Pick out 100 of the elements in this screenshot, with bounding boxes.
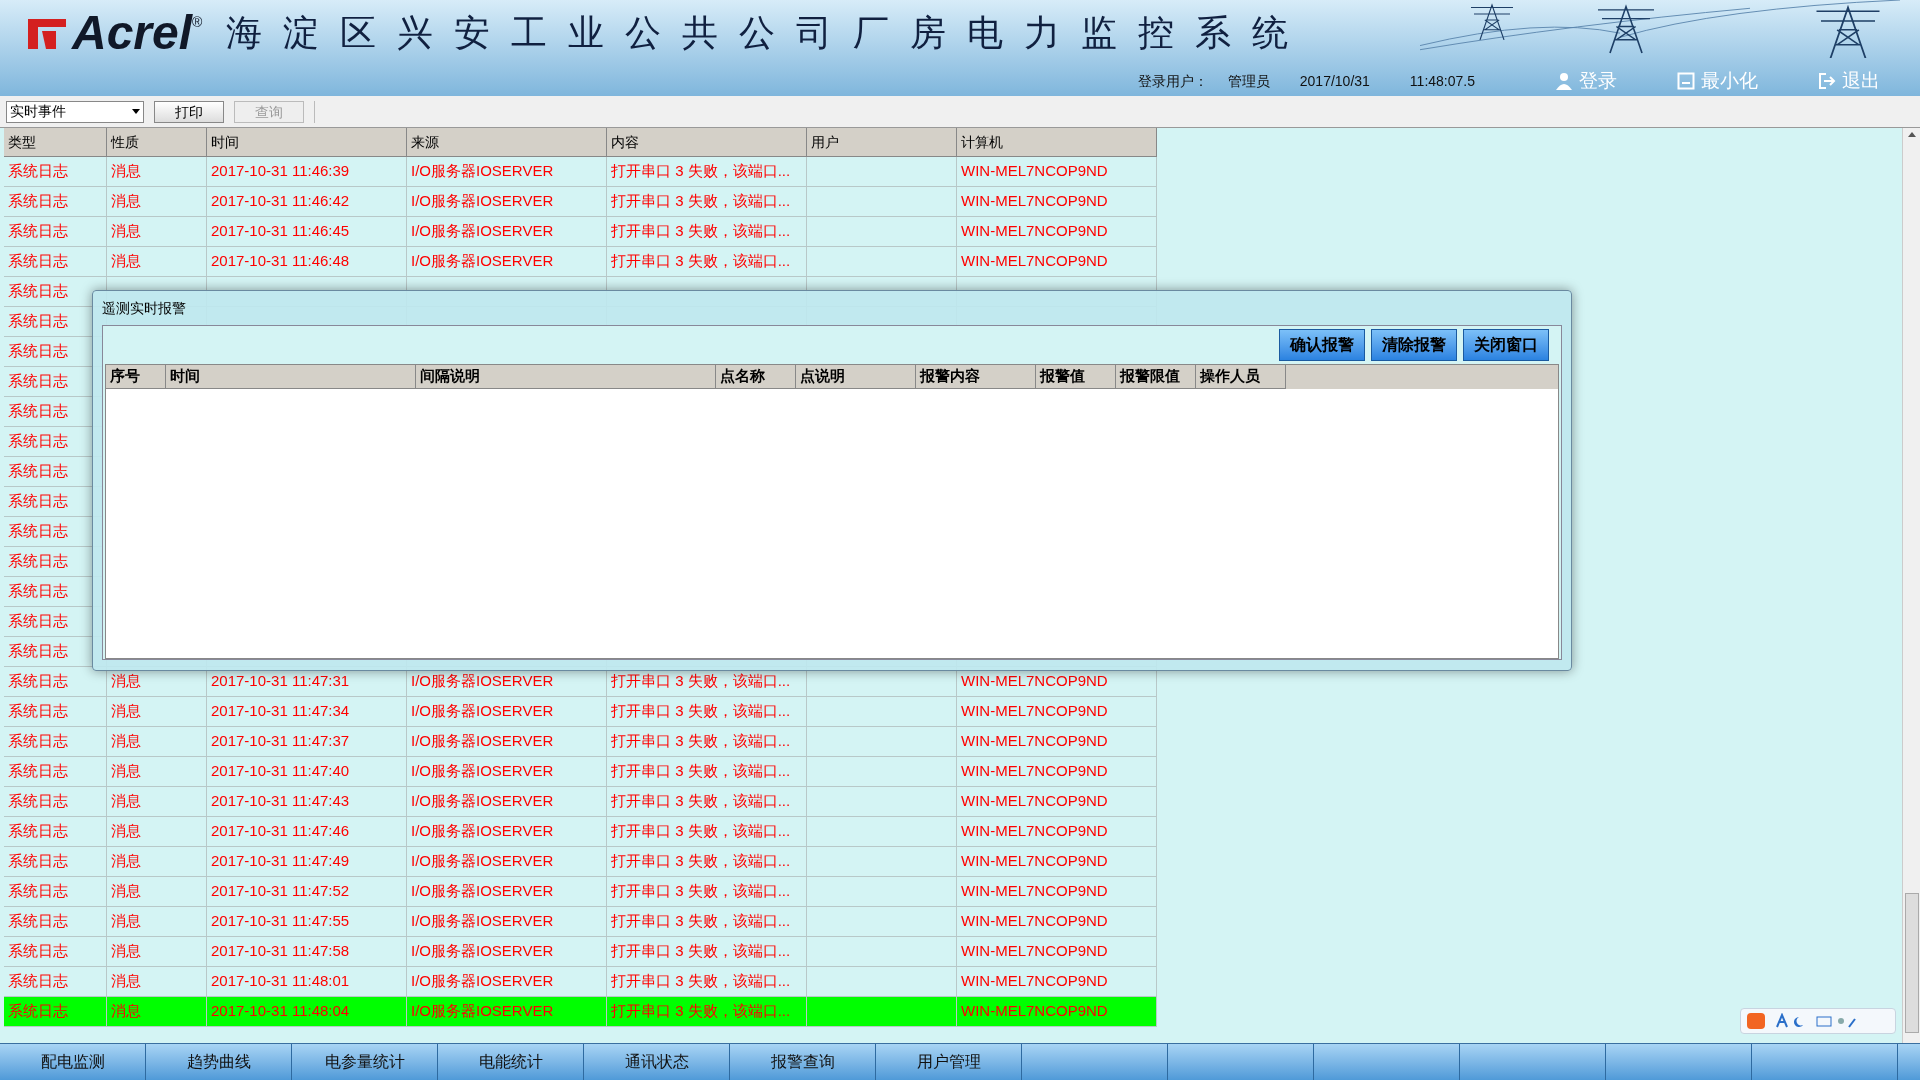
table-cell-text: 2017-10-31 11:47:34	[211, 701, 350, 722]
column-header[interactable]: 操作人员	[1196, 365, 1286, 389]
table-cell-text: 打开串口 3 失败，该端口...	[611, 821, 791, 842]
nav-tab[interactable]: 报警查询	[730, 1044, 876, 1080]
column-header[interactable]: 来源	[407, 128, 607, 157]
column-header[interactable]: 性质	[107, 128, 207, 157]
nav-tab[interactable]: 配电监测	[0, 1044, 146, 1080]
table-cell-text: 2017-10-31 11:47:31	[211, 671, 350, 692]
ime-toolbar[interactable]	[1740, 1008, 1896, 1034]
table-cell-text: 消息	[111, 941, 141, 962]
column-header[interactable]: 间隔说明	[416, 365, 716, 389]
table-cell-text: 2017-10-31 11:48:04	[211, 1001, 350, 1022]
table-cell-text: 打开串口 3 失败，该端口...	[611, 761, 791, 782]
table-cell-text: 消息	[111, 161, 141, 182]
logo-text: Acrel	[72, 9, 193, 57]
dropdown-caret-icon	[132, 109, 140, 114]
table-cell-text: 系统日志	[8, 191, 68, 212]
column-header[interactable]: 用户	[807, 128, 957, 157]
table-cell-text: I/O服务器IOSERVER	[411, 191, 554, 212]
table-cell-text: 2017-10-31 11:46:39	[211, 161, 350, 182]
table-cell-text: 系统日志	[8, 371, 68, 392]
table-cell-text: 系统日志	[8, 341, 68, 362]
table-cell-text: WIN-MEL7NCOP9ND	[961, 881, 1108, 902]
column-header[interactable]: 报警限值	[1116, 365, 1196, 389]
table-cell-text: 消息	[111, 251, 141, 272]
table-cell-text: 消息	[111, 221, 141, 242]
table-cell-text: 打开串口 3 失败，该端口...	[611, 1001, 791, 1022]
column-header[interactable]: 内容	[607, 128, 807, 157]
table-cell-text: WIN-MEL7NCOP9ND	[961, 701, 1108, 722]
table-cell-text: 系统日志	[8, 221, 68, 242]
column-header[interactable]: 类型	[4, 128, 107, 157]
table-cell-text: 打开串口 3 失败，该端口...	[611, 851, 791, 872]
dialog-button[interactable]: 确认报警	[1279, 329, 1365, 361]
table-cell-text: 打开串口 3 失败，该端口...	[611, 911, 791, 932]
user-label: 登录用户：	[1137, 71, 1208, 91]
table-cell-text: 系统日志	[8, 521, 68, 542]
nav-tab[interactable]: 电能统计	[438, 1044, 584, 1080]
table-cell-text: 消息	[111, 971, 141, 992]
table-cell-text: I/O服务器IOSERVER	[411, 1001, 554, 1022]
scrollbar[interactable]	[1902, 128, 1920, 1043]
table-cell-text: 2017-10-31 11:47:37	[211, 731, 350, 752]
table-cell-text: 2017-10-31 11:47:40	[211, 761, 350, 782]
table-cell-text: 打开串口 3 失败，该端口...	[611, 191, 791, 212]
table-cell-text: 系统日志	[8, 431, 68, 452]
table-cell-text: 系统日志	[8, 761, 68, 782]
table-cell-text: WIN-MEL7NCOP9ND	[961, 761, 1108, 782]
table-cell-text: WIN-MEL7NCOP9ND	[961, 791, 1108, 812]
system-title: 海淀区兴安工业公共公司厂房电力监控系统	[226, 11, 1310, 55]
column-header[interactable]: 计算机	[957, 128, 1157, 157]
table-cell-text: 打开串口 3 失败，该端口...	[611, 251, 791, 272]
table-cell-text: 消息	[111, 851, 141, 872]
toolbar-button[interactable]: 打印	[154, 100, 224, 123]
table-cell-text: 2017-10-31 11:47:58	[211, 941, 350, 962]
column-header[interactable]: 时间	[207, 128, 407, 157]
table-cell-text: 消息	[111, 911, 141, 932]
table-cell-text: WIN-MEL7NCOP9ND	[961, 1001, 1108, 1022]
column-header[interactable]: 报警内容	[916, 365, 1036, 389]
table-cell-text: I/O服务器IOSERVER	[411, 911, 554, 932]
column-header[interactable]: 点名称	[716, 365, 796, 389]
nav-tab[interactable]: 用户管理	[876, 1044, 1022, 1080]
table-cell-text: I/O服务器IOSERVER	[411, 941, 554, 962]
nav-tab[interactable]: 电参量统计	[292, 1044, 438, 1080]
table-cell-text: 系统日志	[8, 491, 68, 512]
table-cell-text: 消息	[111, 1001, 141, 1022]
table-cell-text: 打开串口 3 失败，该端口...	[611, 941, 791, 962]
table-cell-text: 2017-10-31 11:46:45	[211, 221, 350, 242]
table-cell-text: 消息	[111, 821, 141, 842]
table-cell-text: 打开串口 3 失败，该端口...	[611, 221, 791, 242]
table-cell-text: 系统日志	[8, 941, 68, 962]
nav-tab[interactable]: 通讯状态	[584, 1044, 730, 1080]
user-icon	[1555, 72, 1573, 90]
nav-tab[interactable]: 趋势曲线	[146, 1044, 292, 1080]
dialog-button[interactable]: 关闭窗口	[1463, 329, 1549, 361]
column-header[interactable]: 时间	[166, 365, 416, 389]
table-cell-text: 消息	[111, 761, 141, 782]
table-cell-text: I/O服务器IOSERVER	[411, 251, 554, 272]
scroll-thumb[interactable]	[1904, 893, 1919, 1033]
table-cell-text: 2017-10-31 11:46:42	[211, 191, 350, 212]
table-cell-text: 打开串口 3 失败，该端口...	[611, 971, 791, 992]
column-header[interactable]: 点说明	[796, 365, 916, 389]
table-cell-text: 打开串口 3 失败，该端口...	[611, 671, 791, 692]
table-cell-text: 消息	[111, 191, 141, 212]
minimize-icon	[1677, 72, 1695, 90]
table-cell-text: WIN-MEL7NCOP9ND	[961, 941, 1108, 962]
table-cell-text: I/O服务器IOSERVER	[411, 791, 554, 812]
table-cell-text: 2017-10-31 11:47:46	[211, 821, 350, 842]
table-cell-text: 系统日志	[8, 1001, 68, 1022]
event-select[interactable]: 实时事件	[6, 100, 144, 123]
table-cell-text: I/O服务器IOSERVER	[411, 761, 554, 782]
table-cell-text: 2017-10-31 11:48:01	[211, 971, 350, 992]
table-cell-text: 打开串口 3 失败，该端口...	[611, 791, 791, 812]
exit-icon	[1818, 72, 1836, 90]
dialog-button[interactable]: 清除报警	[1371, 329, 1457, 361]
column-header[interactable]: 报警值	[1036, 365, 1116, 389]
table-cell-text: 2017-10-31 11:47:55	[211, 911, 350, 932]
table-cell-text: WIN-MEL7NCOP9ND	[961, 911, 1108, 932]
table-cell-text: 系统日志	[8, 701, 68, 722]
column-header[interactable]: 序号	[106, 365, 166, 389]
table-cell-text: 系统日志	[8, 851, 68, 872]
table-cell-text: I/O服务器IOSERVER	[411, 821, 554, 842]
